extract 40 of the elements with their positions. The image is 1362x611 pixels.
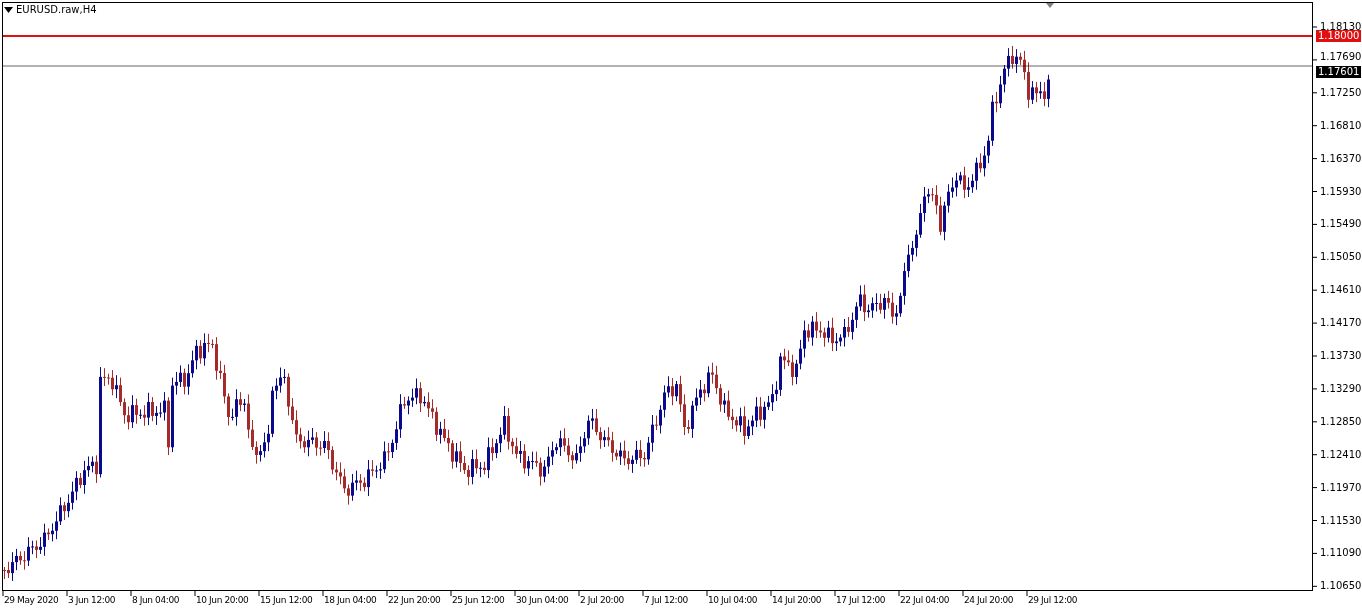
time-label: 2 Jul 20:00 [580,594,624,606]
chart-symbol: EURUSD.raw,H4 [16,3,97,16]
price-label: 1.17250 [1320,86,1362,99]
time-label: 10 Jul 04:00 [708,594,758,606]
chart-shift-icon[interactable] [1046,3,1054,8]
price-label: 1.14170 [1320,317,1362,330]
price-label: 1.14610 [1320,284,1362,297]
time-label: 24 Jul 20:00 [964,594,1014,606]
price-label: 1.10650 [1320,580,1362,593]
price-tag: 1.17601 [1316,66,1362,78]
price-label: 1.15050 [1320,251,1362,264]
time-label: 7 Jul 12:00 [644,594,688,606]
price-label: 1.13290 [1320,382,1362,395]
price-label: 1.11970 [1320,481,1362,494]
price-label: 1.15930 [1320,185,1362,198]
time-label: 29 May 2020 [4,594,59,606]
price-label: 1.17690 [1320,50,1362,63]
time-label: 14 Jul 20:00 [772,594,822,606]
time-label: 17 Jul 12:00 [836,594,886,606]
time-label: 30 Jun 04:00 [516,594,569,606]
time-label: 18 Jun 04:00 [324,594,377,606]
dropdown-icon[interactable] [4,6,13,13]
price-label: 1.18130 [1320,21,1362,32]
price-label: 1.12850 [1320,415,1362,428]
time-label: 10 Jun 20:00 [196,594,249,606]
time-label: 29 Jul 12:00 [1028,594,1078,606]
time-label: 8 Jun 04:00 [132,594,180,606]
price-tag: 1.18000 [1316,30,1362,42]
price-label: 1.16810 [1320,119,1362,132]
price-label: 1.16370 [1320,152,1362,165]
price-label: 1.11090 [1320,547,1362,560]
price-label: 1.15490 [1320,218,1362,231]
time-label: 25 Jun 12:00 [452,594,505,606]
time-label: 3 Jun 12:00 [68,594,116,606]
time-label: 15 Jun 12:00 [260,594,313,606]
time-label: 22 Jul 04:00 [900,594,950,606]
price-label: 1.13730 [1320,350,1362,362]
price-label: 1.11530 [1320,514,1362,527]
time-label: 22 Jun 20:00 [388,594,441,606]
price-label: 1.12410 [1320,448,1362,461]
